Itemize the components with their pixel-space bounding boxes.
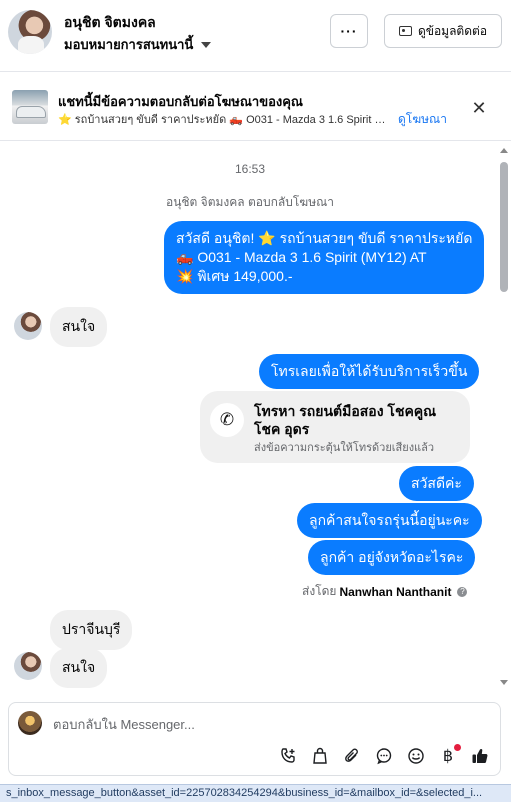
incoming-message[interactable]: ปราจีนบุรี (50, 610, 133, 650)
scroll-down-icon[interactable] (500, 680, 508, 685)
ad-thumbnail (12, 90, 48, 124)
sent-by-name: Nanwhan Nanthanit (339, 584, 452, 599)
conversation-header: อนุชิต จิตมงคล มอบหมายการสนทนานี้ ··· ดู… (0, 0, 511, 72)
assign-conversation-dropdown[interactable]: มอบหมายการสนทนานี้ (64, 34, 212, 55)
browser-status-url: s_inbox_message_button&asset_id=22570283… (0, 784, 511, 802)
info-icon[interactable]: ? (457, 586, 468, 597)
outgoing-message[interactable]: ลูกค้าสนใจรถรุ่นนี้อยู่นะคะ (297, 503, 482, 538)
outgoing-message[interactable]: ลูกค้า อยู่จังหวัดอะไรคะ (308, 540, 476, 575)
call-request-card[interactable]: ✆ โทรหา รถยนต์มือสอง โชคคูณ โชค อุดร ส่ง… (200, 391, 470, 463)
more-icon: ··· (340, 23, 358, 39)
emoji-icon[interactable] (405, 745, 427, 767)
bag-icon[interactable] (309, 745, 331, 767)
outgoing-message[interactable]: สวัสดีค่ะ (399, 466, 474, 501)
ad-message-line-3: 💥 พิเศษ 149,000.- (176, 268, 293, 284)
ad-banner-subtitle: ⭐ รถบ้านสวยๆ ขับดี ราคาประหยัด 🛻 O031 - … (58, 114, 388, 126)
sent-by-label: ส่งโดย Nanwhan Nanthanit ? (302, 582, 468, 601)
contact-avatar-small (14, 652, 42, 680)
ad-banner-title: แชทนี้มีข้อความตอบกลับต่อโฆษณาของคุณ (58, 94, 303, 109)
add-call-icon[interactable] (277, 745, 299, 767)
phone-icon: ✆ (210, 403, 244, 437)
ad-message-line-2: 🛻 O031 - Mazda 3 1.6 Spirit (MY12) AT (176, 249, 427, 265)
ad-message-line-1: สวัสดี อนุชิต! ⭐ รถบ้านสวยๆ ขับดี ราคาปร… (176, 230, 473, 246)
notification-dot (454, 744, 461, 751)
composer-toolbar: ฿ (277, 743, 491, 769)
reply-input[interactable] (53, 713, 473, 735)
incoming-message[interactable]: สนใจ (50, 307, 108, 347)
contact-card-icon (398, 26, 412, 36)
view-contact-info-button[interactable]: ดูข้อมูลติดต่อ (384, 14, 502, 48)
call-card-title: โทรหา รถยนต์มือสอง โชคคูณ โชค อุดร (254, 403, 437, 437)
view-ad-link[interactable]: ดูโฆษณา (398, 110, 447, 129)
thread-scrollbar[interactable] (498, 142, 510, 688)
attach-icon[interactable] (341, 745, 363, 767)
call-card-subtitle: ส่งข้อความกระตุ้นให้โทรด้วยเสียงแล้ว (254, 442, 435, 454)
message-composer: ฿ (8, 702, 501, 776)
ad-reply-banner: แชทนี้มีข้อความตอบกลับต่อโฆษณาของคุณ ⭐ ร… (0, 73, 511, 141)
chevron-down-icon (201, 41, 212, 48)
more-options-button[interactable]: ··· (330, 14, 368, 48)
thumbs-up-icon[interactable] (469, 745, 491, 767)
contact-avatar[interactable] (8, 10, 52, 54)
sent-by-prefix: ส่งโดย (302, 584, 337, 598)
close-icon[interactable]: ✕ (468, 97, 490, 119)
scroll-up-icon[interactable] (500, 148, 508, 153)
view-contact-info-label: ดูข้อมูลติดต่อ (417, 23, 488, 38)
inbox-conversation-panel: อนุชิต จิตมงคล มอบหมายการสนทนานี้ ··· ดู… (0, 0, 511, 802)
ad-reply-system-note: อนุชิต จิตมงคล ตอบกลับโฆษณา (166, 195, 334, 209)
page-avatar (18, 711, 42, 735)
contact-avatar-small (14, 312, 42, 340)
baht-icon[interactable]: ฿ (437, 744, 461, 767)
message-thread[interactable]: 16:53 อนุชิต จิตมงคล ตอบกลับโฆษณา สวัสดี… (0, 142, 511, 690)
incoming-message[interactable]: สนใจ (50, 648, 108, 688)
message-timestamp: 16:53 (234, 162, 266, 176)
outgoing-message[interactable]: โทรเลยเพื่อให้ได้รับบริการเร็วขึ้น (259, 354, 480, 389)
chat-icon[interactable] (373, 745, 395, 767)
outgoing-ad-message[interactable]: สวัสดี อนุชิต! ⭐ รถบ้านสวยๆ ขับดี ราคาปร… (164, 221, 485, 294)
assign-label: มอบหมายการสนทนานี้ (64, 37, 194, 52)
scroll-thumb[interactable] (500, 162, 508, 292)
contact-name[interactable]: อนุชิต จิตมงคล (64, 12, 156, 34)
